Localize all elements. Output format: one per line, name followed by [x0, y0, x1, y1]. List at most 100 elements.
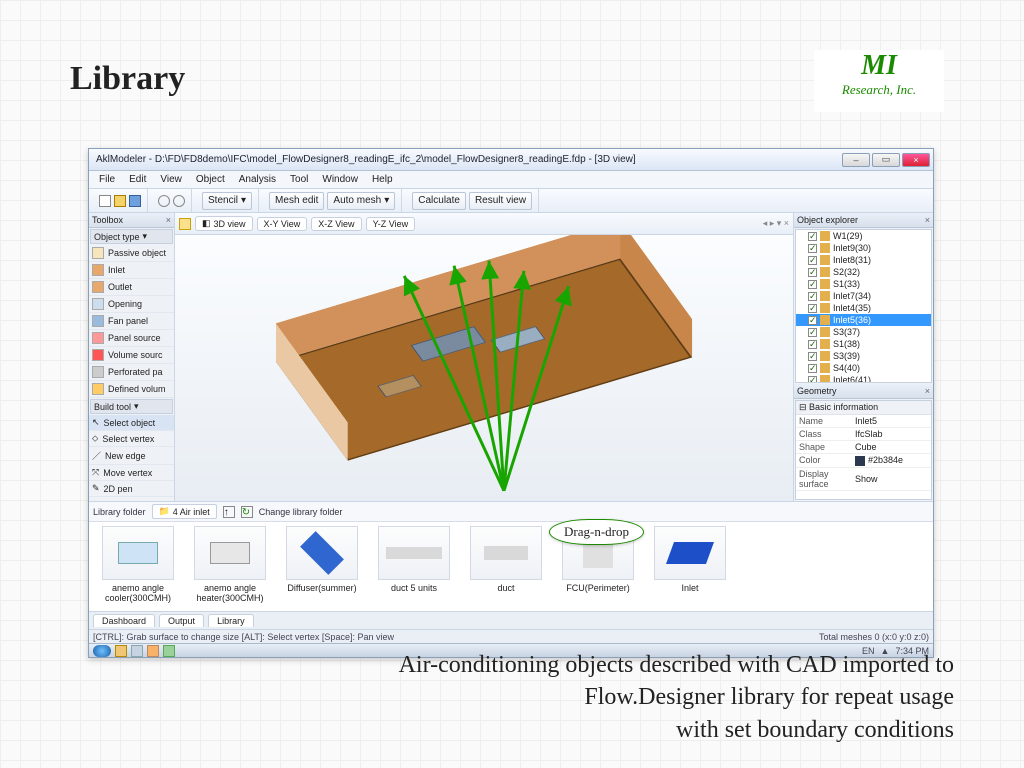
geom-val-color[interactable]: #2b384e: [852, 454, 931, 468]
library-folder-dropdown[interactable]: 📁4 Air inlet: [152, 504, 217, 519]
explorer-close-icon[interactable]: ×: [925, 215, 930, 225]
tree-item[interactable]: Inlet7(34): [833, 291, 871, 301]
change-library-link[interactable]: Change library folder: [259, 507, 343, 517]
save-icon[interactable]: [129, 195, 141, 207]
tree-item[interactable]: S3(37): [833, 327, 860, 337]
open-icon[interactable]: [114, 195, 126, 207]
tree-item-selected[interactable]: Inlet5(36): [833, 315, 871, 325]
menu-file[interactable]: File: [93, 172, 121, 187]
undo-icon[interactable]: [158, 195, 170, 207]
toolbox-item-opening[interactable]: Opening: [108, 299, 142, 309]
start-button[interactable]: [93, 645, 111, 657]
menu-tool[interactable]: Tool: [284, 172, 314, 187]
build-select-object[interactable]: Select object: [104, 418, 156, 428]
checkbox-icon[interactable]: [808, 376, 817, 384]
viewport-3d[interactable]: [175, 235, 793, 501]
checkbox-icon[interactable]: [808, 364, 817, 373]
geometry-close-icon[interactable]: ×: [925, 386, 930, 396]
checkbox-icon[interactable]: [808, 268, 817, 277]
menu-view[interactable]: View: [154, 172, 188, 187]
tree-item[interactable]: Inlet6(41): [833, 375, 871, 383]
build-2d-pen[interactable]: 2D pen: [104, 484, 133, 494]
passive-object-icon: [92, 247, 104, 259]
maximize-button[interactable]: ▭: [872, 153, 900, 167]
lib-item-anemo-heater[interactable]: anemo angle heater(300CMH): [187, 526, 273, 607]
tab-dashboard[interactable]: Dashboard: [93, 614, 155, 627]
passive-object-item[interactable]: Passive object: [108, 248, 166, 258]
menu-edit[interactable]: Edit: [123, 172, 152, 187]
geom-val-class[interactable]: IfcSlab: [852, 428, 931, 441]
lib-item-duct[interactable]: duct: [463, 526, 549, 607]
home-icon[interactable]: [179, 218, 191, 230]
build-select-vertex[interactable]: Select vertex: [102, 434, 154, 444]
lib-item-diffuser[interactable]: Diffuser(summer): [279, 526, 365, 607]
build-new-edge[interactable]: New edge: [105, 451, 146, 461]
toolbox-close-icon[interactable]: ×: [166, 215, 171, 225]
mesh-edit-button[interactable]: Mesh edit: [269, 192, 324, 210]
taskbar-app-icon[interactable]: [115, 645, 127, 657]
checkbox-icon[interactable]: [808, 352, 817, 361]
minimize-button[interactable]: –: [842, 153, 870, 167]
tree-item[interactable]: S3(39): [833, 351, 860, 361]
geom-val-display[interactable]: Show: [852, 467, 931, 490]
toolbox-item-defined-volume[interactable]: Defined volum: [108, 384, 166, 394]
tab-library[interactable]: Library: [208, 614, 254, 627]
checkbox-icon[interactable]: [808, 292, 817, 301]
tab-xy[interactable]: X-Y View: [257, 217, 308, 231]
lib-item-inlet[interactable]: Inlet: [647, 526, 733, 607]
lib-item-duct5[interactable]: duct 5 units: [371, 526, 457, 607]
build-move-vertex[interactable]: Move vertex: [103, 468, 152, 478]
refresh-icon[interactable]: ↻: [241, 506, 253, 518]
tab-3d-view[interactable]: ◧3D view: [195, 216, 253, 231]
toolbox-item-perforated[interactable]: Perforated pa: [108, 367, 163, 377]
geom-val-name[interactable]: Inlet5: [852, 415, 931, 428]
tree-item[interactable]: S2(32): [833, 267, 860, 277]
toolbox-item-volume-source[interactable]: Volume sourc: [108, 350, 163, 360]
defined-volume-icon: [92, 383, 104, 395]
checkbox-icon[interactable]: [808, 232, 817, 241]
toolbox-item-fan-panel[interactable]: Fan panel: [108, 316, 148, 326]
close-button[interactable]: ×: [902, 153, 930, 167]
color-swatch: [855, 456, 865, 466]
tree-item[interactable]: Inlet9(30): [833, 243, 871, 253]
new-icon[interactable]: [99, 195, 111, 207]
tree-item[interactable]: S1(33): [833, 279, 860, 289]
checkbox-icon[interactable]: [808, 256, 817, 265]
checkbox-icon[interactable]: [808, 280, 817, 289]
up-icon[interactable]: ↑: [223, 506, 235, 518]
checkbox-icon[interactable]: [808, 304, 817, 313]
menu-object[interactable]: Object: [190, 172, 231, 187]
object-tree[interactable]: W1(29) Inlet9(30) Inlet8(31) S2(32) S1(3…: [795, 229, 932, 383]
tab-yz[interactable]: Y-Z View: [366, 217, 416, 231]
menu-help[interactable]: Help: [366, 172, 399, 187]
toolbox-item-panel-source[interactable]: Panel source: [108, 333, 161, 343]
tab-output[interactable]: Output: [159, 614, 204, 627]
toolbox-item-outlet[interactable]: Outlet: [108, 282, 132, 292]
caption-line: Air-conditioning objects described with …: [150, 649, 954, 681]
auto-mesh-button[interactable]: Auto mesh ▾: [327, 192, 395, 210]
tree-item[interactable]: Inlet8(31): [833, 255, 871, 265]
taskbar-app-icon[interactable]: [131, 645, 143, 657]
lib-label: anemo angle cooler(300CMH): [95, 583, 181, 603]
result-view-button[interactable]: Result view: [469, 192, 532, 210]
lib-item-anemo-cooler[interactable]: anemo angle cooler(300CMH): [95, 526, 181, 607]
calculate-button[interactable]: Calculate: [412, 192, 466, 210]
geom-val-shape[interactable]: Cube: [852, 441, 931, 454]
tree-item[interactable]: W1(29): [833, 231, 863, 241]
view-tab-controls[interactable]: ◂ ▸ ▾ ×: [763, 218, 789, 229]
lib-label: Inlet: [681, 583, 698, 593]
menu-window[interactable]: Window: [316, 172, 364, 187]
tree-item[interactable]: S4(40): [833, 363, 860, 373]
checkbox-icon[interactable]: [808, 340, 817, 349]
checkbox-icon[interactable]: [808, 316, 817, 325]
tree-item[interactable]: S1(38): [833, 339, 860, 349]
redo-icon[interactable]: [173, 195, 185, 207]
tab-xz[interactable]: X-Z View: [311, 217, 361, 231]
checkbox-icon[interactable]: [808, 328, 817, 337]
checkbox-icon[interactable]: [808, 244, 817, 253]
menu-analysis[interactable]: Analysis: [233, 172, 282, 187]
stencil-dropdown[interactable]: Stencil ▾: [202, 192, 252, 210]
object-type-section: Object type: [94, 232, 140, 242]
tree-item[interactable]: Inlet4(35): [833, 303, 871, 313]
toolbox-item-inlet[interactable]: Inlet: [108, 265, 125, 275]
